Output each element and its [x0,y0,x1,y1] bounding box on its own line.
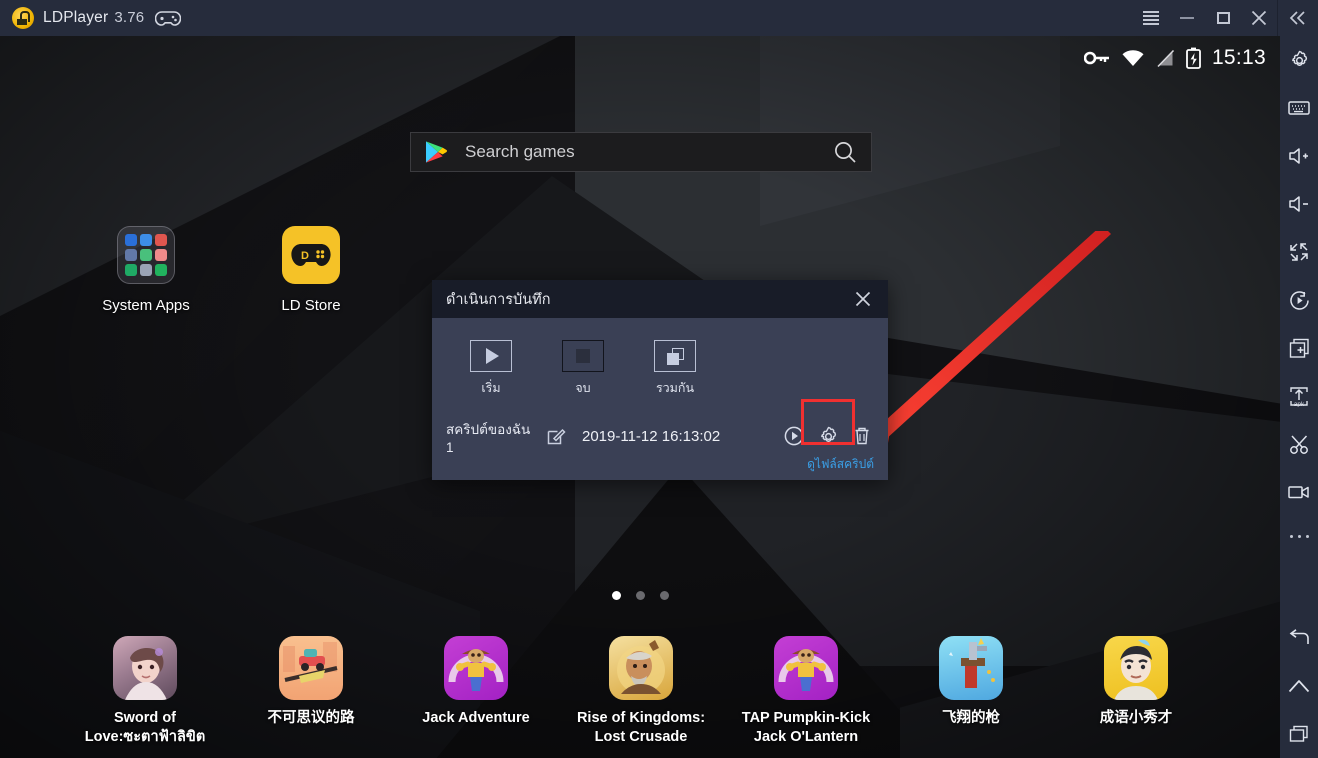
start-record-button[interactable]: เริ่ม [470,340,512,398]
right-toolbar: apk [1280,36,1318,758]
app-icon [939,636,1003,700]
stop-record-button[interactable]: จบ [562,340,604,398]
merge-icon [654,340,696,372]
button-label: จบ [575,381,591,395]
close-icon[interactable] [852,288,874,310]
svg-text:apk: apk [1294,401,1305,407]
dock-item-tap-pumpkin-kick[interactable]: TAP Pumpkin-Kick Jack O'Lantern [731,636,881,747]
button-label: เริ่ม [481,381,501,395]
script-actions [782,424,874,448]
app-icon [774,636,838,700]
maximize-button[interactable] [1205,0,1241,36]
status-clock: 15:13 [1211,46,1266,69]
home-icon[interactable] [1280,662,1318,710]
no-signal-icon [1157,49,1175,67]
recents-icon[interactable] [1280,710,1318,758]
dock-item-label: 飞翔的枪 [942,710,1000,726]
system-apps-folder-icon [117,226,175,284]
page-dot-1[interactable] [611,591,621,600]
title-bar: LDPlayer 3.76 [0,0,1318,36]
settings-gear-icon[interactable] [1280,36,1318,84]
settings-gear-icon[interactable] [816,424,840,448]
battery-charging-icon [1186,47,1201,69]
minimize-button[interactable] [1169,0,1205,36]
dock-item-idiom-scholar[interactable]: 成语小秀才 [1061,636,1211,728]
script-timestamp: 2019-11-12 16:13:02 [582,427,721,445]
app-icon [609,636,673,700]
script-name: สคริปต์ของฉัน 1 [446,421,531,455]
screenshot-scissors-icon[interactable] [1280,420,1318,468]
desktop-icon-label: System Apps [102,297,190,314]
fullscreen-icon[interactable] [1280,228,1318,276]
keyboard-icon[interactable] [1280,84,1318,132]
play-circle-icon[interactable] [782,424,806,448]
play-icon [470,340,512,372]
dock-item-jack-adventure[interactable]: Jack Adventure [401,636,551,728]
app-name: LDPlayer [43,9,109,26]
page-dot-3[interactable] [659,591,669,600]
page-indicator [0,591,1280,600]
trash-icon[interactable] [850,424,874,448]
google-play-icon [426,141,447,163]
ld-store-icon: D [282,226,340,284]
volume-down-icon[interactable] [1280,180,1318,228]
app-icon [1104,636,1168,700]
operation-buttons: เริ่ม จบ รวมกัน [432,318,888,398]
search-icon[interactable] [833,140,857,164]
app-version: 3.76 [114,9,145,26]
dock-item-label: Rise of Kingdoms: Lost Crusade [576,710,706,745]
video-record-icon[interactable] [1280,468,1318,516]
ldplayer-logo-icon [12,7,34,29]
svg-text:D: D [301,250,309,262]
dock-item-label: Sword of Love:ซะตาฟ้าลิขิต [84,710,206,745]
desktop-icon-label: LD Store [281,297,341,314]
dock-item-label: 不可思议的路 [267,710,355,726]
desktop-icon-ld-store[interactable]: D LD Store [251,226,371,316]
macro-record-icon[interactable] [1280,276,1318,324]
desktop-icon-system-apps[interactable]: System Apps [86,226,206,316]
install-apk-icon[interactable]: apk [1280,372,1318,420]
key-icon [1083,51,1109,65]
dialog-body: เริ่ม จบ รวมกัน สคริปต์ของฉัน 1 2019-11-… [432,318,888,480]
more-options-icon[interactable] [1280,516,1318,556]
dock-item-sword-of-love[interactable]: Sword of Love:ซะตาฟ้าลิขิต [70,636,220,747]
app-icon [113,636,177,700]
record-operations-dialog: ดำเนินการบันทึก เริ่ม จบ รวมกัน สคริปต์ข… [432,280,888,480]
page-dot-2[interactable] [635,591,645,600]
dock-item-flying-gun[interactable]: 飞翔的枪 [896,636,1046,728]
button-label: รวมกัน [655,381,695,395]
app-icon [444,636,508,700]
back-icon[interactable] [1280,614,1318,662]
script-row: สคริปต์ของฉัน 1 2019-11-12 16:13:02 [432,414,888,458]
ldplayer-window: LDPlayer 3.76 15:13 Search games System … [0,0,1318,758]
menu-icon[interactable] [1133,0,1169,36]
gamepad-icon [155,10,182,26]
app-title: LDPlayer 3.76 [43,9,144,27]
dock-item-rise-of-kingdoms[interactable]: Rise of Kingdoms: Lost Crusade [566,636,716,747]
search-input[interactable]: Search games [465,142,833,162]
dock-item-impossible-road[interactable]: 不可思议的路 [236,636,386,728]
app-icon [279,636,343,700]
view-script-files-link[interactable]: ดูไฟล์สคริปต์ [807,455,874,474]
dialog-header: ดำเนินการบันทึก [432,280,888,318]
merge-scripts-button[interactable]: รวมกัน [654,340,696,398]
wifi-icon [1122,50,1144,66]
dock-item-label: TAP Pumpkin-Kick Jack O'Lantern [741,710,871,745]
dialog-title: ดำเนินการบันทึก [446,291,551,308]
dock-item-label: Jack Adventure [422,710,530,726]
multi-instance-icon[interactable] [1280,324,1318,372]
dock-item-label: 成语小秀才 [1099,710,1173,726]
dock: Sword of Love:ซะตาฟ้าลิขิต 不可思议的路 Jack A… [0,636,1280,758]
volume-up-icon[interactable] [1280,132,1318,180]
android-status-bar: 15:13 [1083,36,1280,80]
stop-icon [562,340,604,372]
search-games-bar[interactable]: Search games [410,132,872,172]
collapse-sidebar-button[interactable] [1278,0,1318,36]
close-button[interactable] [1241,0,1277,36]
edit-icon[interactable] [546,426,566,446]
